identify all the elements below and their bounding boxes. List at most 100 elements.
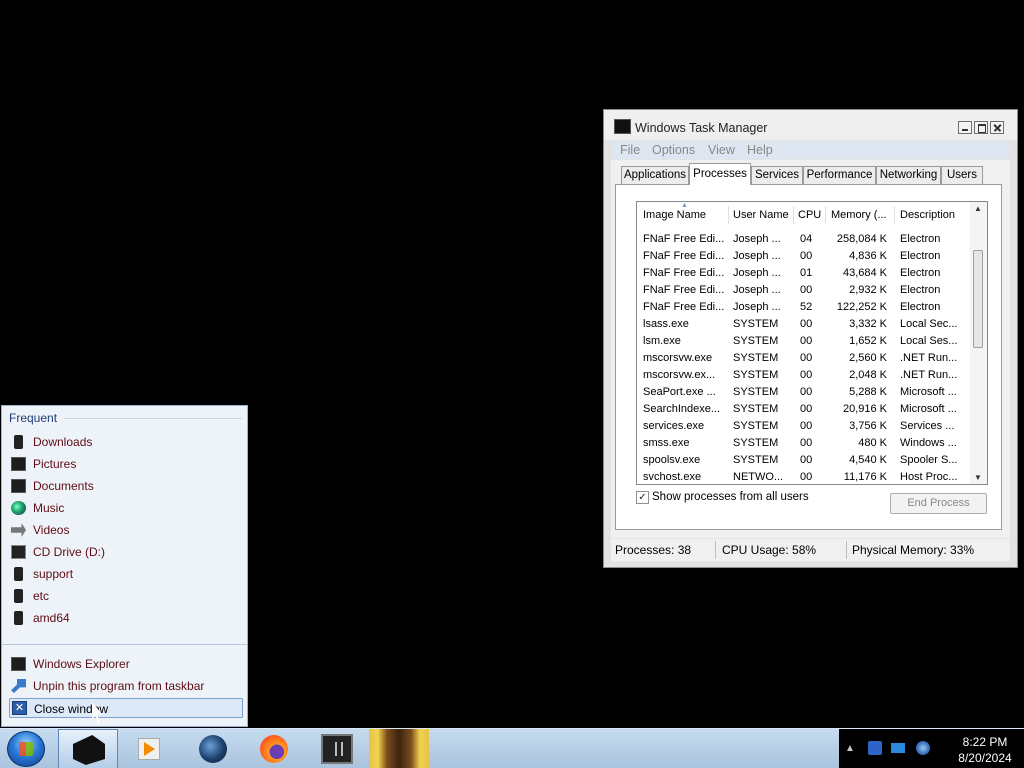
clock-time[interactable]: 8:22 PM [949,735,1021,749]
table-row[interactable]: FNaF Free Edi... Joseph ... 52 122,252 K Ele… [637,300,971,317]
network-icon[interactable] [891,743,905,753]
status-physical-memory: Physical Memory: 33% [852,543,975,557]
terminal-icon [321,734,353,764]
jump-list-item-documents[interactable]: Documents [9,476,243,496]
jump-list-item-cd-drive[interactable]: CD Drive (D:) [9,542,243,562]
close-window-task[interactable]: ✕ Close window [9,698,243,718]
tab-performance[interactable]: Performance [803,166,876,184]
column-divider[interactable] [793,206,794,224]
column-description[interactable]: Description [900,209,955,221]
table-row[interactable]: services.exe SYSTEM 00 3,756 K Services ... [637,419,971,436]
table-row[interactable]: lsass.exe SYSTEM 00 3,332 K Local Sec... [637,317,971,334]
tab-applications[interactable]: Applications [621,166,689,184]
show-hidden-icons-icon[interactable]: ▲ [845,743,855,754]
jump-list-divider [2,644,247,645]
window-title: Windows Task Manager [635,121,768,135]
scroll-up-arrow-icon[interactable]: ▲ [974,204,982,213]
cell-memory: 4,836 K [849,250,887,262]
windows-explorer-task[interactable]: Windows Explorer [9,654,243,674]
end-process-button[interactable]: End Process [890,493,987,514]
folder-icon [14,611,23,625]
column-divider[interactable] [894,206,895,224]
menu-view[interactable]: View [708,143,735,157]
status-bar: Processes: 38 CPU Usage: 58% Physical Me… [611,539,1010,561]
show-all-processes-checkbox[interactable]: ✓ [636,491,649,504]
column-memory[interactable]: Memory (... [831,209,887,221]
column-divider[interactable] [825,206,826,224]
show-all-processes-label[interactable]: Show processes from all users [652,491,809,503]
cell-cpu: 52 [800,301,813,313]
taskbar-button-fnaf[interactable] [369,729,429,768]
scrollbar-thumb[interactable] [973,250,983,348]
task-manager-icon [73,735,105,765]
menu-help[interactable]: Help [747,143,773,157]
cell-user-name: SYSTEM [733,420,779,432]
column-user-name[interactable]: User Name [733,209,789,221]
start-button[interactable] [7,731,45,767]
close-button[interactable] [990,121,1004,134]
cell-image-name: services.exe [643,420,705,432]
table-row[interactable]: lsm.exe SYSTEM 00 1,652 K Local Ses... [637,334,971,351]
table-row[interactable]: FNaF Free Edi... Joseph ... 01 43,684 K Elec… [637,266,971,283]
taskbar-button-globe-app[interactable] [183,729,243,768]
cell-image-name: FNaF Free Edi... [643,284,725,296]
jump-list-item-label: support [33,567,74,581]
table-row[interactable]: SearchIndexe... SYSTEM 00 20,916 K Microsoft… [637,402,971,419]
table-row[interactable]: SeaPort.exe ... SYSTEM 00 5,288 K Microsoft … [637,385,971,402]
minimize-button[interactable] [958,121,972,134]
menu-options[interactable]: Options [652,143,695,157]
taskbar-button-terminal[interactable] [307,729,367,768]
jump-list-item-pictures[interactable]: Pictures [9,454,243,474]
cell-user-name: Joseph ... [733,233,781,245]
clock-date[interactable]: 8/20/2024 [949,751,1021,765]
cell-image-name: SeaPort.exe ... [643,386,716,398]
tab-networking[interactable]: Networking [876,166,941,184]
heading-divider [64,418,242,419]
tab-users[interactable]: Users [941,166,983,184]
folder-icon [14,589,23,603]
cell-user-name: SYSTEM [733,437,779,449]
tray-app-icon[interactable] [868,741,882,755]
cell-cpu: 00 [800,352,813,364]
jump-list-item-downloads[interactable]: Downloads [9,432,243,452]
table-row[interactable]: FNaF Free Edi... Joseph ... 00 4,836 K Elect… [637,249,971,266]
column-image-name[interactable]: Image Name [643,209,706,221]
column-divider[interactable] [728,206,729,224]
tab-services[interactable]: Services [751,166,803,184]
unpin-from-taskbar-task[interactable]: Unpin this program from taskbar [9,676,243,696]
table-row[interactable]: mscorsvw.exe SYSTEM 00 2,560 K .NET Run... [637,351,971,368]
cell-user-name: SYSTEM [733,454,779,466]
title-bar[interactable]: Windows Task Manager [604,110,1017,140]
jump-list-item-music[interactable]: Music [9,498,243,518]
table-row[interactable]: svchost.exe NETWO... 00 11,176 K Host Proc..… [637,470,971,484]
column-cpu[interactable]: CPU [798,209,821,221]
volume-icon[interactable] [916,741,930,755]
scroll-down-arrow-icon[interactable]: ▼ [974,473,982,482]
table-row[interactable]: smss.exe SYSTEM 00 480 K Windows ... [637,436,971,453]
taskbar-button-media-player[interactable] [118,729,178,768]
cell-memory: 258,084 K [836,233,887,245]
table-row[interactable]: mscorsvw.ex... SYSTEM 00 2,048 K .NET Run... [637,368,971,385]
jump-list-item-videos[interactable]: Videos [9,520,243,540]
cell-memory: 2,932 K [849,284,887,296]
cell-description: Electron [900,233,941,245]
cell-memory: 2,048 K [849,369,887,381]
maximize-button[interactable] [974,121,988,134]
cell-image-name: lsm.exe [643,335,681,347]
table-row[interactable]: FNaF Free Edi... Joseph ... 04 258,084 K Ele… [637,232,971,249]
jump-list-item-etc[interactable]: etc [9,586,243,606]
vertical-scrollbar[interactable]: ▲ ▼ [970,202,987,484]
cell-description: Electron [900,267,941,279]
process-list-header: ▲ Image Name User Name CPU Memory (... D… [637,202,971,226]
taskbar-button-firefox[interactable] [244,729,304,768]
tab-processes[interactable]: Processes [689,163,751,185]
table-row[interactable]: spoolsv.exe SYSTEM 00 4,540 K Spooler S... [637,453,971,470]
cell-image-name: smss.exe [643,437,690,449]
jump-list-item-amd64[interactable]: amd64 [9,608,243,628]
jump-list-item-support[interactable]: support [9,564,243,584]
table-row[interactable]: FNaF Free Edi... Joseph ... 00 2,932 K Elect… [637,283,971,300]
process-list[interactable]: ▲ Image Name User Name CPU Memory (... D… [636,201,988,485]
jump-list-item-label: Videos [33,523,70,537]
menu-file[interactable]: File [620,143,640,157]
taskbar-button-task-manager[interactable] [58,729,118,768]
